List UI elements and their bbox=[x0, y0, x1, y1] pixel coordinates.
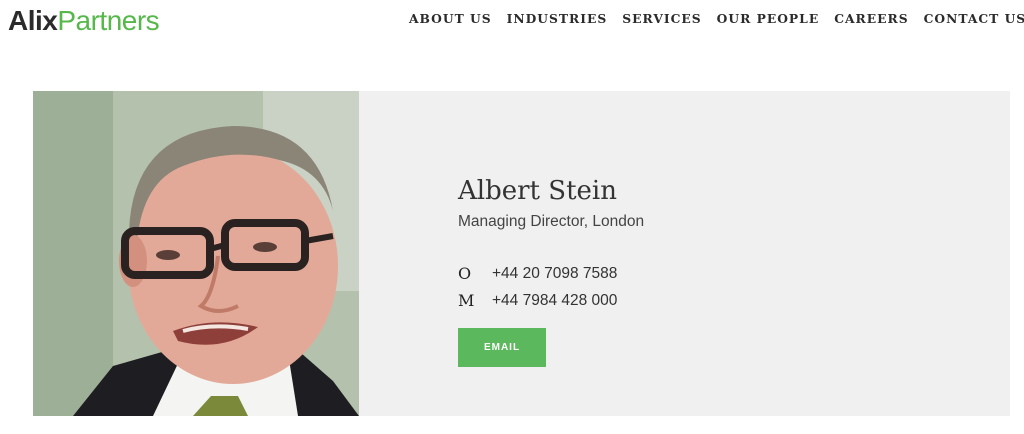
alixpartners-logo[interactable]: AlixPartners bbox=[8, 4, 160, 38]
nav-about-us[interactable]: ABOUT US bbox=[409, 11, 492, 27]
main-nav: ABOUT US INDUSTRIES SERVICES OUR PEOPLE … bbox=[409, 11, 1024, 27]
profile-name: Albert Stein bbox=[458, 176, 617, 206]
profile-photo bbox=[33, 91, 359, 416]
office-phone-row: O +44 20 7098 7588 bbox=[458, 264, 617, 283]
mobile-phone-label: M bbox=[458, 291, 475, 310]
mobile-phone-number[interactable]: +44 7984 428 000 bbox=[492, 292, 617, 310]
nav-contact-us[interactable]: CONTACT US bbox=[924, 11, 1024, 27]
profile-card: Albert Stein Managing Director, London O… bbox=[359, 91, 1010, 416]
nav-services[interactable]: SERVICES bbox=[622, 11, 701, 27]
nav-careers[interactable]: CAREERS bbox=[834, 11, 908, 27]
portrait-illustration bbox=[33, 91, 359, 416]
office-phone-number[interactable]: +44 20 7098 7588 bbox=[492, 265, 617, 283]
office-phone-label: O bbox=[458, 264, 472, 283]
site-header: AlixPartners ABOUT US INDUSTRIES SERVICE… bbox=[0, 0, 1024, 45]
logo-partners: Partners bbox=[57, 5, 160, 36]
mobile-phone-row: M +44 7984 428 000 bbox=[458, 291, 617, 310]
email-button[interactable]: EMAIL bbox=[458, 328, 546, 367]
nav-industries[interactable]: INDUSTRIES bbox=[507, 11, 608, 27]
profile-title: Managing Director, London bbox=[458, 213, 645, 230]
logo-alix: Alix bbox=[8, 5, 58, 36]
nav-our-people[interactable]: OUR PEOPLE bbox=[717, 11, 820, 27]
